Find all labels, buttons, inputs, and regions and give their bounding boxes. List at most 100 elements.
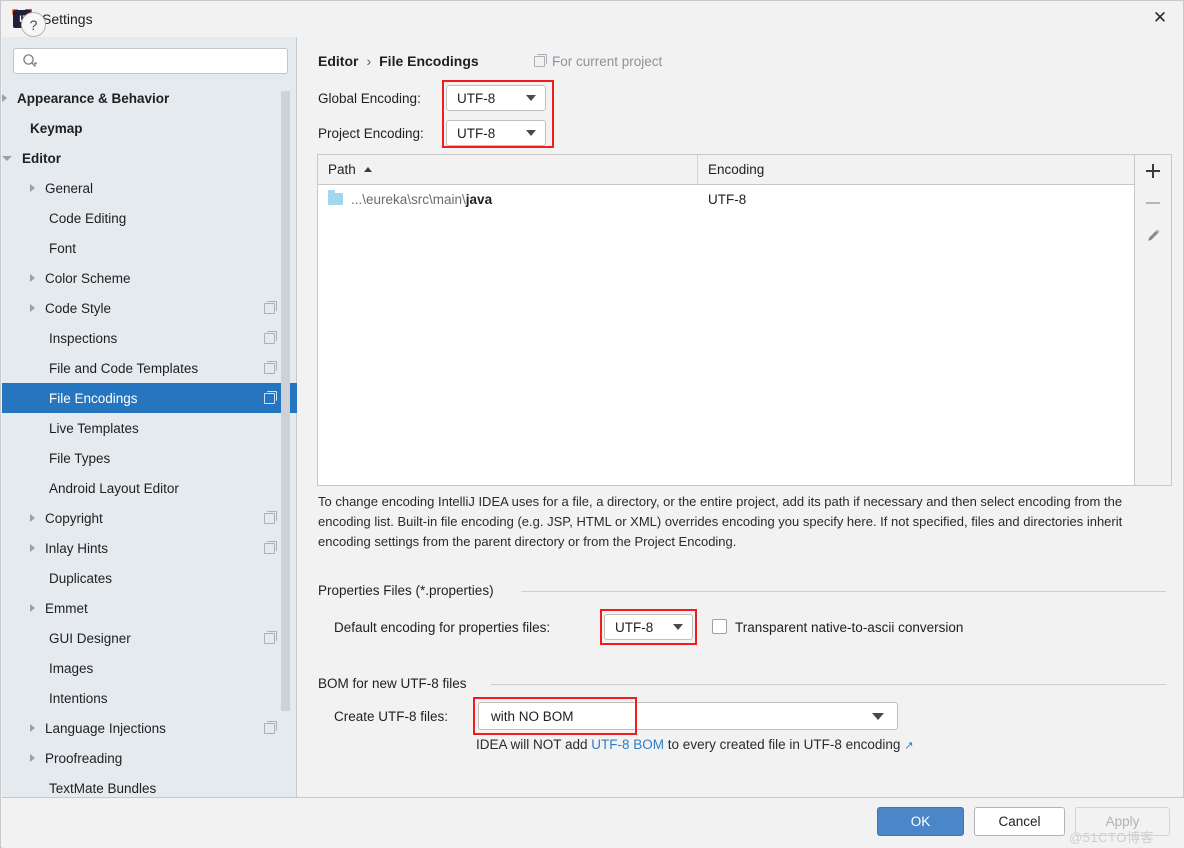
chevron-right-icon[interactable] [30, 184, 35, 192]
cancel-button[interactable]: Cancel [974, 807, 1065, 836]
sidebar-item-file-encodings[interactable]: File Encodings [2, 383, 297, 413]
sidebar-item-duplicates[interactable]: Duplicates [2, 563, 297, 593]
properties-section-title: Properties Files (*.properties) [318, 583, 502, 598]
chevron-right-icon[interactable] [30, 754, 35, 762]
remove-path-button[interactable] [1135, 187, 1171, 219]
sidebar-item-file-types[interactable]: File Types [2, 443, 297, 473]
minus-icon [1146, 202, 1160, 204]
chevron-down-icon [872, 712, 884, 720]
sidebar-scrollbar-thumb[interactable] [281, 91, 290, 647]
sidebar-item-label: Live Templates [49, 420, 139, 436]
column-header-encoding-label: Encoding [708, 162, 765, 177]
external-link-icon: ↗ [904, 740, 914, 752]
sidebar-item-inspections[interactable]: Inspections [2, 323, 297, 353]
copy-config-icon [264, 330, 277, 344]
chevron-right-icon[interactable] [30, 304, 35, 312]
sidebar-item-color-scheme[interactable]: Color Scheme [2, 263, 297, 293]
create-utf8-files-dropdown[interactable]: with NO BOM [478, 702, 898, 730]
global-encoding-dropdown[interactable]: UTF-8 [446, 85, 546, 111]
properties-section-divider [521, 591, 1166, 592]
chevron-right-icon[interactable] [2, 94, 7, 102]
bom-section-title: BOM for new UTF-8 files [318, 676, 475, 691]
sidebar-item-font[interactable]: Font [2, 233, 297, 263]
chevron-right-icon[interactable] [30, 544, 35, 552]
sidebar-item-live-templates[interactable]: Live Templates [2, 413, 297, 443]
column-header-encoding[interactable]: Encoding [698, 155, 764, 184]
ok-button[interactable]: OK [877, 807, 964, 836]
sidebar-item-gui-designer[interactable]: GUI Designer [2, 623, 297, 653]
global-encoding-label: Global Encoding: [318, 91, 421, 106]
sort-ascending-icon [363, 167, 372, 172]
sidebar-item-language-injections[interactable]: Language Injections [2, 713, 297, 743]
sidebar-item-intentions[interactable]: Intentions [2, 683, 297, 713]
sidebar-item-label: Editor [22, 150, 61, 166]
sidebar-item-label: Keymap [30, 120, 83, 136]
path-leaf: java [465, 191, 493, 207]
sidebar-item-label: General [45, 180, 94, 196]
table-row[interactable]: ...\eureka\src\main\java UTF-8 [318, 185, 1134, 213]
search-input[interactable] [42, 50, 287, 72]
sidebar-item-label: Language Injections [45, 720, 166, 736]
add-path-button[interactable] [1135, 155, 1171, 187]
settings-content-panel: Editor › File Encodings For current proj… [298, 37, 1183, 797]
bom-note-before: IDEA will NOT add [476, 737, 592, 752]
project-encoding-dropdown[interactable]: UTF-8 [446, 120, 546, 146]
create-utf8-files-value: with NO BOM [491, 708, 574, 724]
path-prefix: ...\eureka\src\main\ [351, 191, 466, 207]
transparent-native-to-ascii-checkbox[interactable] [712, 619, 727, 634]
table-toolbar [1135, 154, 1172, 486]
sidebar-item-label: Emmet [45, 600, 88, 616]
breadcrumb-root[interactable]: Editor [318, 53, 358, 69]
sidebar-item-label: Intentions [49, 690, 108, 706]
for-current-project-badge: For current project [534, 54, 662, 69]
chevron-right-icon[interactable] [30, 604, 35, 612]
breadcrumb-leaf: File Encodings [379, 53, 479, 69]
sidebar-item-general[interactable]: General [2, 173, 297, 203]
folder-icon [328, 190, 343, 205]
chevron-right-icon[interactable] [30, 724, 35, 732]
utf8-bom-link[interactable]: UTF-8 BOM [591, 737, 664, 752]
sidebar-item-label: Images [49, 660, 94, 676]
sidebar-item-inlay-hints[interactable]: Inlay Hints [2, 533, 297, 563]
settings-dialog: IJ Settings ✕ Appearance & Behavior Keyma… [0, 0, 1184, 848]
sidebar-item-label: File and Code Templates [49, 360, 199, 376]
sidebar-item-android-layout-editor[interactable]: Android Layout Editor [2, 473, 297, 503]
sidebar-item-textmate-bundles[interactable]: TextMate Bundles [2, 773, 297, 797]
default-properties-encoding-label: Default encoding for properties files: [334, 620, 551, 635]
table-header-row: Path Encoding [318, 155, 1134, 185]
sidebar-item-file-and-code-templates[interactable]: File and Code Templates [2, 353, 297, 383]
sidebar-item-label: Inlay Hints [45, 540, 109, 556]
edit-path-button[interactable] [1135, 219, 1171, 251]
chevron-down-icon[interactable] [2, 155, 12, 161]
sidebar-item-images[interactable]: Images [2, 653, 297, 683]
sidebar-item-proofreading[interactable]: Proofreading [2, 743, 297, 773]
default-properties-encoding-dropdown[interactable]: UTF-8 [604, 614, 693, 640]
sidebar-item-label: Font [49, 240, 77, 256]
sidebar-item-label: GUI Designer [49, 630, 131, 646]
sidebar-item-code-style[interactable]: Code Style [2, 293, 297, 323]
sidebar-item-label: File Types [49, 450, 111, 466]
copy-config-icon [534, 54, 547, 67]
sidebar-item-copyright[interactable]: Copyright [2, 503, 297, 533]
encodings-description: To change encoding IntelliJ IDEA uses fo… [318, 494, 1123, 549]
table-cell-encoding[interactable]: UTF-8 [698, 192, 746, 207]
chevron-down-icon [526, 130, 536, 136]
chevron-right-icon[interactable] [30, 514, 35, 522]
close-icon[interactable]: ✕ [1137, 1, 1183, 35]
sidebar-item-editor[interactable]: Editor [2, 143, 297, 173]
title-bar: IJ Settings ✕ [1, 1, 1183, 37]
edit-pencil-icon [1146, 228, 1161, 243]
chevron-right-icon[interactable] [30, 274, 35, 282]
sidebar-item-appearance-behavior[interactable]: Appearance & Behavior [2, 83, 297, 113]
sidebar-item-keymap[interactable]: Keymap [2, 113, 297, 143]
column-header-path[interactable]: Path [318, 155, 698, 184]
project-encoding-value: UTF-8 [457, 125, 496, 141]
sidebar-item-label: Duplicates [49, 570, 113, 586]
settings-sidebar: Appearance & Behavior Keymap Editor General… [2, 37, 297, 797]
sidebar-item-code-editing[interactable]: Code Editing [2, 203, 297, 233]
sidebar-item-emmet[interactable]: Emmet [2, 593, 297, 623]
sidebar-item-label: Code Style [45, 300, 112, 316]
copy-config-icon [264, 630, 277, 644]
help-button[interactable]: ? [21, 12, 46, 37]
search-field[interactable] [13, 48, 288, 74]
